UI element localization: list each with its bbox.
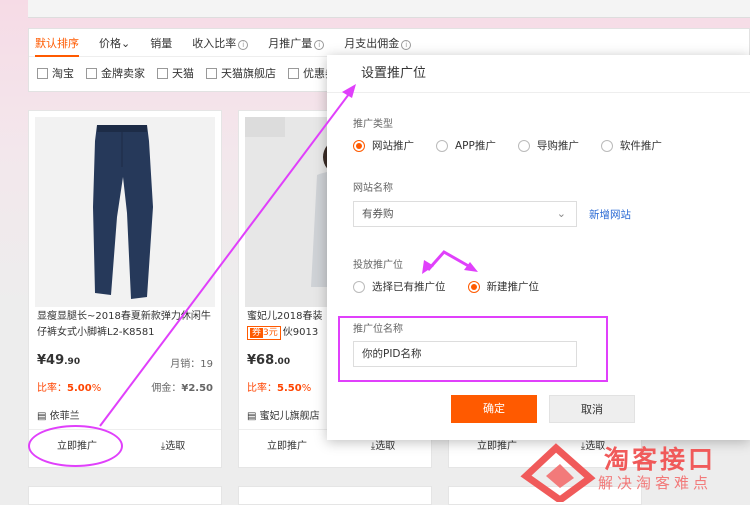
annotation-arrow-head [422, 260, 434, 274]
watermark: 淘客接口 解决淘客难点 [520, 440, 750, 505]
watermark-title: 淘客接口 [604, 445, 717, 474]
watermark-logo-icon [520, 443, 596, 505]
annotation-double-arrow [426, 250, 473, 271]
annotation-arrow-line [99, 89, 353, 427]
annotation-arrow-head [342, 84, 356, 98]
annotation-arrows [99, 84, 478, 427]
watermark-subtitle: 解决淘客难点 [598, 474, 713, 492]
